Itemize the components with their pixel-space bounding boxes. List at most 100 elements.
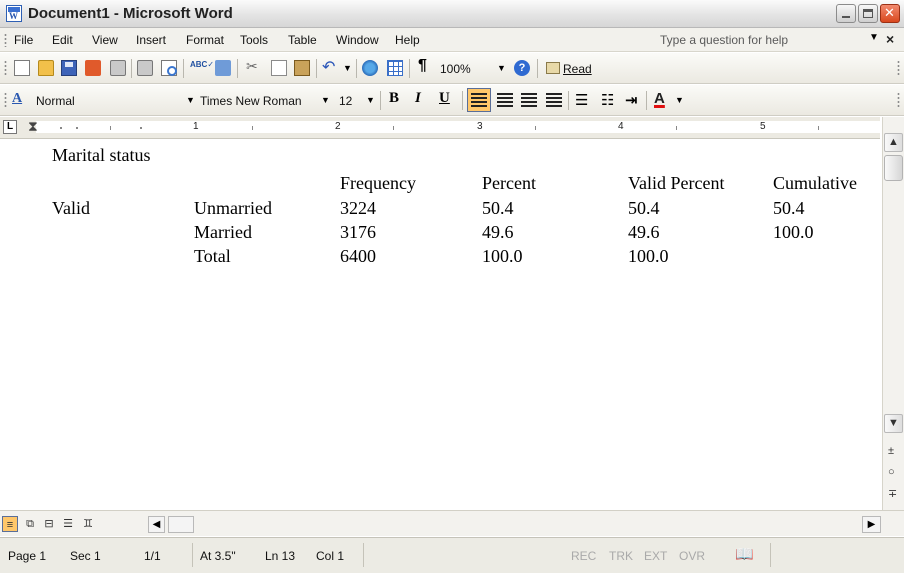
hyperlink-icon[interactable] [362, 60, 378, 76]
toolbar-separator [568, 91, 569, 110]
numbering-icon[interactable]: ☰ [575, 91, 588, 109]
scroll-down-icon[interactable]: ▼ [884, 414, 903, 433]
menu-file[interactable]: File [14, 33, 33, 47]
group-label: Valid [52, 198, 90, 218]
chevron-down-icon[interactable]: ▼ [343, 63, 352, 73]
spelling-icon[interactable]: ABC✓ [190, 60, 214, 76]
row-label: Married [194, 222, 252, 242]
read-icon[interactable] [546, 62, 560, 74]
toolbar-separator [316, 59, 317, 78]
table-cell: 100.0 [628, 246, 669, 266]
outline-view-icon[interactable]: ☰ [60, 516, 76, 532]
table-cell: 100.0 [773, 222, 814, 242]
print-icon[interactable] [137, 60, 153, 76]
web-layout-icon[interactable]: ⧉ [22, 516, 38, 532]
justify-icon[interactable] [546, 93, 562, 107]
chevron-down-icon[interactable]: ▼ [366, 95, 375, 105]
align-right-icon[interactable] [521, 93, 537, 107]
undo-icon[interactable]: ↶ [322, 57, 338, 76]
chevron-down-icon[interactable]: ▼ [497, 63, 506, 73]
close-document-icon[interactable]: × [886, 31, 894, 47]
chevron-down-icon[interactable]: ▼ [869, 32, 879, 43]
ruler-number: 1 [193, 121, 199, 132]
print-icon[interactable] [110, 60, 126, 76]
underline-button[interactable]: U [439, 90, 450, 107]
print-preview-icon[interactable] [161, 60, 177, 76]
menu-format[interactable]: Format [186, 33, 224, 47]
print-layout-icon[interactable]: ⊟ [41, 516, 57, 532]
app-word-icon[interactable]: W [6, 5, 22, 22]
previous-page-icon[interactable]: ± [888, 445, 894, 457]
bullets-icon[interactable]: ☷ [601, 91, 614, 109]
menu-insert[interactable]: Insert [136, 33, 166, 47]
indent-marker-icon[interactable]: ⧗ [28, 118, 44, 138]
column-header: Frequency [340, 173, 416, 193]
scroll-thumb[interactable] [884, 155, 903, 181]
italic-button[interactable]: I [415, 90, 421, 107]
font-size-select[interactable]: 12 [339, 94, 352, 108]
chevron-down-icon[interactable]: ▼ [675, 95, 684, 105]
select-browse-object-icon[interactable]: ○ [888, 466, 895, 478]
menu-grip[interactable] [4, 33, 7, 47]
help-question-box[interactable]: Type a question for help [660, 33, 788, 47]
center-icon[interactable] [497, 93, 513, 107]
reading-layout-icon[interactable]: ♊ [80, 516, 96, 532]
menu-view[interactable]: View [92, 33, 118, 47]
permission-icon[interactable] [85, 60, 101, 76]
research-icon[interactable] [215, 60, 231, 76]
status-ext[interactable]: EXT [644, 549, 667, 563]
menu-edit[interactable]: Edit [52, 33, 73, 47]
ruler-tick [110, 126, 111, 130]
maximize-icon [863, 9, 873, 18]
insert-table-icon[interactable] [387, 60, 403, 76]
font-select[interactable]: Times New Roman [200, 94, 302, 108]
ruler-strip [36, 121, 880, 133]
normal-view-icon[interactable]: ≡ [2, 516, 18, 532]
toolbar-overflow[interactable] [897, 92, 900, 109]
cut-icon[interactable]: ✂ [246, 58, 262, 74]
toolbar-separator [183, 59, 184, 78]
tab-selector[interactable]: L [3, 120, 17, 134]
scroll-up-icon[interactable]: ▲ [884, 133, 903, 152]
horizontal-ruler[interactable]: L ⧗ 1 2 3 4 5 [0, 117, 880, 139]
vertical-scrollbar[interactable]: ▲ ▼ ± ○ ∓ [882, 117, 904, 510]
paste-icon[interactable] [294, 60, 310, 76]
new-document-icon[interactable] [14, 60, 30, 76]
menu-window[interactable]: Window [336, 33, 379, 47]
chevron-down-icon[interactable]: ▼ [186, 95, 195, 105]
read-button[interactable]: Read [563, 62, 592, 76]
status-rec[interactable]: REC [571, 549, 596, 563]
next-page-icon[interactable]: ∓ [888, 487, 897, 500]
save-icon[interactable] [61, 60, 77, 76]
copy-icon[interactable] [271, 60, 287, 76]
zoom-value[interactable]: 100% [440, 62, 471, 76]
menu-table[interactable]: Table [288, 33, 317, 47]
menu-help[interactable]: Help [395, 33, 420, 47]
scroll-left-icon[interactable]: ◀ [148, 516, 165, 533]
menu-tools[interactable]: Tools [240, 33, 268, 47]
spelling-status-icon[interactable]: 📖 [735, 545, 755, 563]
font-color-icon[interactable]: A [654, 90, 665, 107]
maximize-button[interactable] [858, 4, 878, 23]
open-icon[interactable] [38, 60, 54, 76]
toolbar-overflow[interactable] [897, 60, 900, 77]
toolbar-grip[interactable] [4, 60, 7, 77]
minimize-button[interactable] [836, 4, 856, 23]
close-button[interactable]: ✕ [880, 4, 900, 23]
toolbar-grip[interactable] [4, 92, 7, 109]
help-icon[interactable]: ? [514, 60, 530, 76]
show-formatting-icon[interactable]: ¶ [418, 57, 434, 74]
document-page[interactable]: Marital status Frequency Percent Valid P… [0, 140, 880, 510]
status-page: Page 1 [8, 549, 47, 563]
table-cell: 50.4 [628, 198, 660, 218]
bold-button[interactable]: B [389, 90, 399, 107]
chevron-down-icon[interactable]: ▼ [321, 95, 330, 105]
style-select[interactable]: Normal [36, 94, 75, 108]
status-ovr[interactable]: OVR [679, 549, 705, 563]
status-trk[interactable]: TRK [609, 549, 633, 563]
styles-icon[interactable]: A [12, 91, 22, 107]
horizontal-scroll-thumb[interactable] [168, 516, 194, 533]
increase-indent-icon[interactable]: ⇥ [625, 91, 638, 109]
scroll-right-icon[interactable]: ▶ [862, 516, 881, 533]
row-label: Unmarried [194, 198, 272, 218]
